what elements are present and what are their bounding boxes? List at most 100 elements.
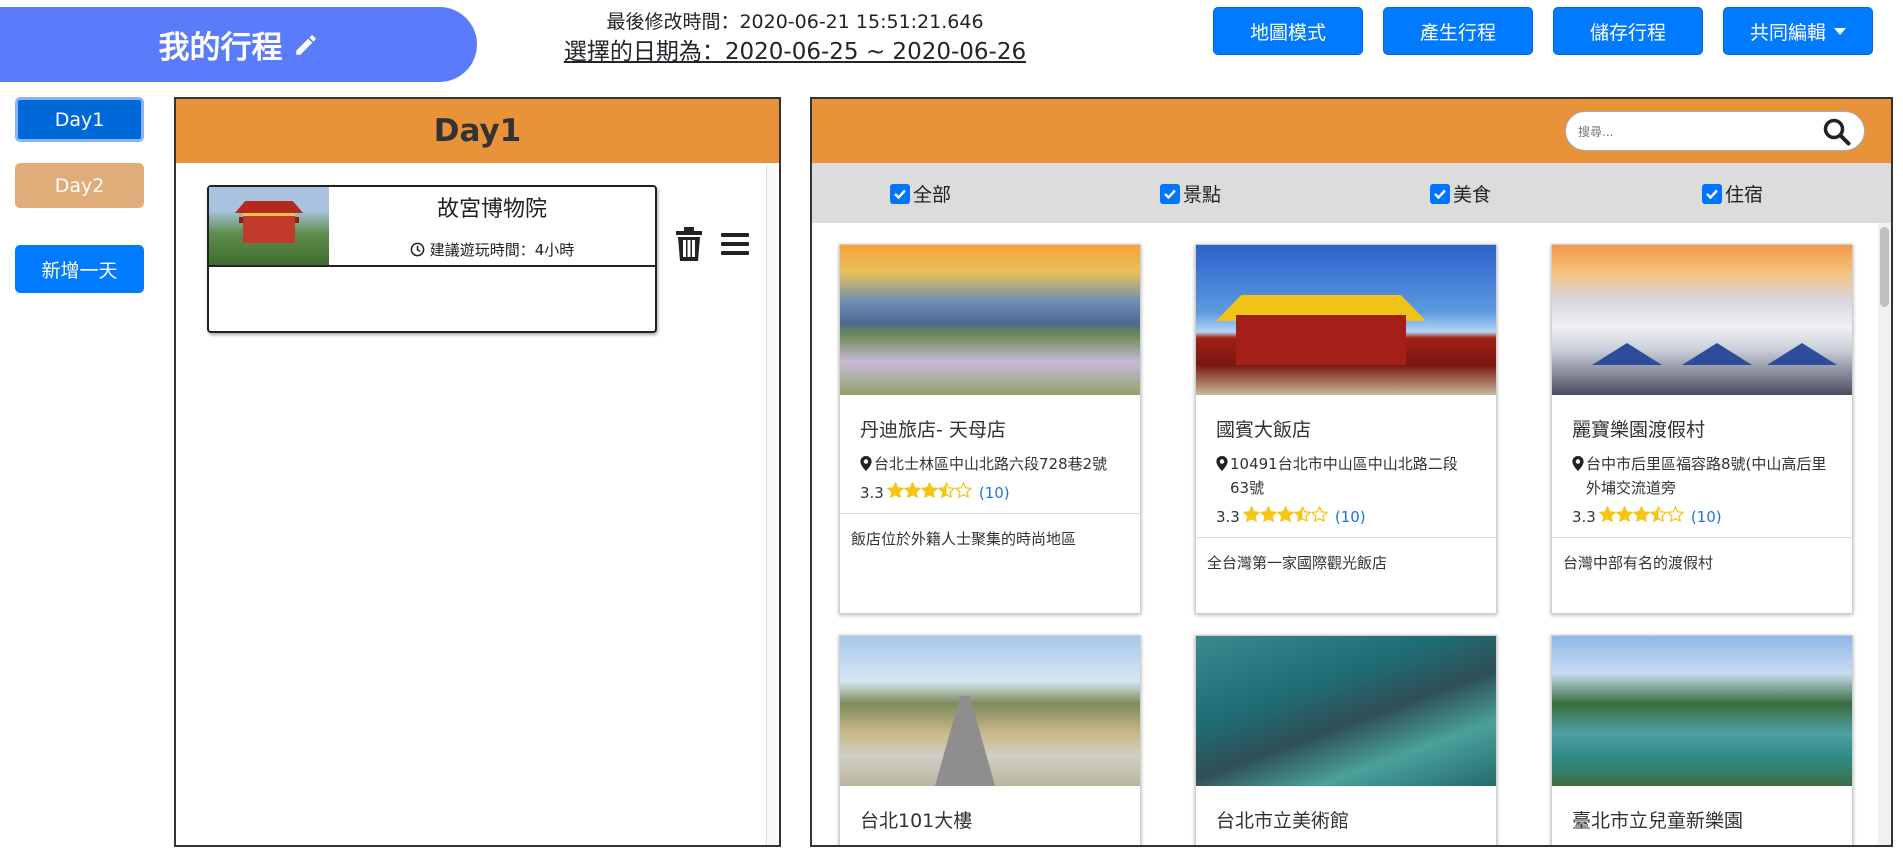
save-itinerary-button[interactable]: 儲存行程 <box>1553 7 1703 55</box>
place-address-text: 10491台北市中山區中山北路二段63號 <box>1230 455 1458 497</box>
place-card[interactable]: 丹迪旅店- 天母店 台北士林區中山北路六段728巷2號 3.3 (10) 飯店位… <box>839 244 1141 614</box>
filter-label: 住宿 <box>1725 184 1764 206</box>
day-panel-title: Day1 <box>176 99 779 163</box>
star-icon <box>1276 505 1295 523</box>
place-description: 台灣中部有名的渡假村 <box>1552 537 1852 609</box>
map-pin-icon <box>1572 456 1584 471</box>
star-icon <box>903 481 922 499</box>
place-name: 臺北市立兒童新樂園 <box>1572 810 1744 832</box>
star-rating-icons <box>1242 505 1329 527</box>
place-rating: 3.3 (10) <box>1572 505 1852 527</box>
map-pin-icon <box>860 456 872 471</box>
category-filter-bar: 全部 景點 美食 住宿 <box>812 163 1891 223</box>
rating-value: 3.3 <box>1216 507 1240 526</box>
itinerary-spot-card[interactable]: 故宮博物院 建議遊玩時間：4小時 <box>207 185 657 333</box>
place-address-text: 台北士林區中山北路六段728巷2號 <box>874 455 1108 473</box>
add-day-button[interactable]: 新增一天 <box>15 245 144 293</box>
filter-lodging[interactable]: 住宿 <box>1702 180 1763 207</box>
itinerary-title: 我的行程 <box>158 30 283 66</box>
co-edit-label: 共同編輯 <box>1749 21 1826 44</box>
day1-button[interactable]: Day1 <box>15 97 144 142</box>
star-icon <box>937 481 956 499</box>
star-icon <box>886 481 905 499</box>
star-icon <box>1259 505 1278 523</box>
star-rating-icons <box>1598 505 1685 527</box>
star-rating-icons <box>886 481 973 503</box>
star-icon <box>1242 505 1261 523</box>
suggested-time-text: 建議遊玩時間：4小時 <box>429 241 575 259</box>
review-count-link[interactable]: (10) <box>1335 508 1366 526</box>
place-address: 台北士林區中山北路六段728巷2號 <box>860 452 1120 476</box>
browser-scrollbar[interactable] <box>1878 223 1891 845</box>
place-address: 10491台北市中山區中山北路二段63號 <box>1216 452 1476 500</box>
filter-attractions[interactable]: 景點 <box>1160 180 1221 207</box>
place-photo <box>1552 245 1852 395</box>
selected-date-range: 選擇的日期為：2020-06-25 ~ 2020-06-26 <box>563 39 1027 65</box>
map-mode-button[interactable]: 地圖模式 <box>1213 7 1363 55</box>
place-address-text: 台中市后里區福容路8號(中山高后里外埔交流道旁 <box>1586 455 1827 497</box>
day2-button[interactable]: Day2 <box>15 163 144 208</box>
drag-handle-icon[interactable] <box>720 227 750 261</box>
place-photo <box>1196 245 1496 395</box>
spot-card-tools <box>674 227 750 261</box>
spot-card-header: 故宮博物院 建議遊玩時間：4小時 <box>209 187 655 267</box>
checkbox-checked-icon[interactable] <box>1160 183 1180 204</box>
search-box <box>1565 111 1865 151</box>
day-panel-scrollbar[interactable] <box>766 165 777 845</box>
star-icon <box>920 481 939 499</box>
trash-icon[interactable] <box>674 227 704 261</box>
rating-value: 3.3 <box>1572 507 1596 526</box>
place-address: 台中市后里區福容路8號(中山高后里外埔交流道旁 <box>1572 452 1832 500</box>
last-modified-text: 最後修改時間：2020-06-21 15:51:21.646 <box>606 11 984 33</box>
review-count-link[interactable]: (10) <box>979 484 1010 502</box>
star-icon <box>954 481 973 499</box>
checkbox-checked-icon[interactable] <box>1430 183 1450 204</box>
place-name: 台北市立美術館 <box>1216 810 1350 832</box>
co-edit-dropdown[interactable]: 共同編輯 <box>1723 7 1873 55</box>
filter-food[interactable]: 美食 <box>1430 180 1491 207</box>
search-icon[interactable] <box>1822 117 1852 147</box>
place-card[interactable]: 台北市立美術館 <box>1195 635 1497 845</box>
place-rating: 3.3 (10) <box>860 481 1140 503</box>
pencil-icon[interactable] <box>293 32 319 58</box>
star-icon <box>1293 505 1312 523</box>
checkbox-checked-icon[interactable] <box>1702 183 1722 204</box>
place-photo <box>1552 636 1852 786</box>
browser-scroll-thumb[interactable] <box>1880 227 1889 307</box>
filter-label: 全部 <box>913 184 952 206</box>
star-icon <box>1666 505 1685 523</box>
place-card[interactable]: 麗寶樂園渡假村 台中市后里區福容路8號(中山高后里外埔交流道旁 3.3 (10)… <box>1551 244 1853 614</box>
filter-all[interactable]: 全部 <box>890 180 951 207</box>
spot-browser-panel: 全部 景點 美食 住宿 丹迪旅店- 天母店 台北士林區中山北路六段728巷2號 … <box>810 97 1893 847</box>
place-card[interactable]: 臺北市立兒童新樂園 <box>1551 635 1853 845</box>
spot-thumbnail <box>209 187 329 265</box>
day-itinerary-panel: Day1 故宮博物院 建議遊玩時間：4小時 <box>174 97 781 847</box>
itinerary-title-bar: 我的行程 <box>0 7 477 82</box>
place-card[interactable]: 國賓大飯店 10491台北市中山區中山北路二段63號 3.3 (10) 全台灣第… <box>1195 244 1497 614</box>
place-name: 國賓大飯店 <box>1216 419 1312 441</box>
place-name: 台北101大樓 <box>860 810 973 832</box>
filter-label: 美食 <box>1453 184 1492 206</box>
generate-itinerary-button[interactable]: 產生行程 <box>1383 7 1533 55</box>
star-icon <box>1632 505 1651 523</box>
checkbox-checked-icon[interactable] <box>890 183 910 204</box>
star-icon <box>1649 505 1668 523</box>
place-card[interactable]: 台北101大樓 <box>839 635 1141 845</box>
star-icon <box>1310 505 1329 523</box>
rating-value: 3.3 <box>860 483 884 502</box>
map-pin-icon <box>1216 456 1228 471</box>
place-description: 飯店位於外籍人士聚集的時尚地區 <box>840 513 1140 585</box>
place-photo <box>840 245 1140 395</box>
star-icon <box>1615 505 1634 523</box>
star-icon <box>1598 505 1617 523</box>
place-name: 丹迪旅店- 天母店 <box>860 419 1006 441</box>
filter-label: 景點 <box>1183 184 1222 206</box>
place-rating: 3.3 (10) <box>1216 505 1496 527</box>
spot-name: 故宮博物院 <box>436 197 547 222</box>
place-photo <box>840 636 1140 786</box>
place-description: 全台灣第一家國際觀光飯店 <box>1196 537 1496 609</box>
search-input[interactable] <box>1578 121 1818 143</box>
review-count-link[interactable]: (10) <box>1691 508 1722 526</box>
itinerary-meta: 最後修改時間：2020-06-21 15:51:21.646 選擇的日期為：20… <box>540 8 1050 68</box>
caret-down-icon <box>1834 27 1846 35</box>
